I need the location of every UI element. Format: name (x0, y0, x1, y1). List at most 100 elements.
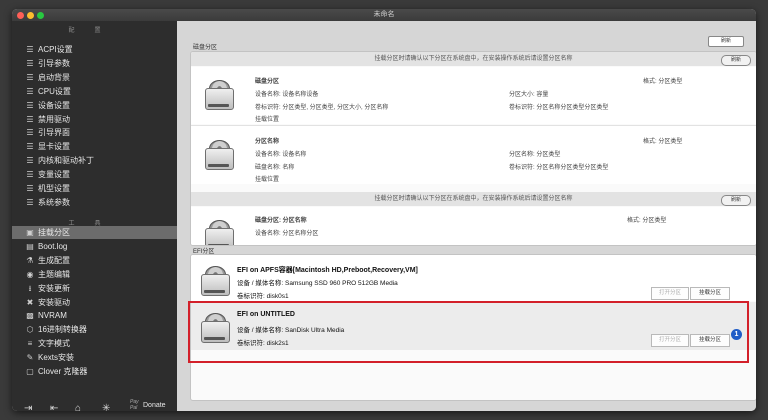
sidebar-item[interactable]: ☰ CPU设置 (12, 85, 177, 98)
partition-panel: 挂载分区时请确认以下分区在系统盘中，在安装操作系统后请设置分区名称 刷新 磁盘分… (190, 51, 756, 246)
partition-row[interactable]: 磁盘分区 格式: 分区类型 设备名称: 设备名称设备 分区大小: 容量 卷标识符… (191, 67, 756, 124)
sidebar-item[interactable]: ☰ 引导界面 (12, 126, 177, 139)
top-group-label: 磁盘分区 (193, 45, 218, 51)
sidebar: 配置 ☰ ACPI设置 ☰ 引导参数 ☰ 启动背景 ☰ CPU设置 ☰ 设备设置 ☰ 禁用驱动 ☰ 引导界… (12, 21, 177, 411)
log-icon: ▤ (26, 241, 34, 251)
sidebar-item-label: ACPI设置 (38, 45, 73, 54)
sidebar-item[interactable]: ◉ 主题编辑 (12, 268, 177, 281)
donate-button[interactable]: Donate (143, 402, 166, 409)
export-icon[interactable]: ⇤ (50, 403, 58, 411)
mid-strip: 挂载分区时请确认以下分区在系统盘中，在安装操作系统后请设置分区名称 (191, 192, 756, 206)
sidebar-item[interactable]: ✎ Kexts安装 (12, 351, 177, 364)
efi-title: EFI on APFS容器[Macintosh HD,Preboot,Recov… (237, 267, 418, 274)
sidebar-item[interactable]: ☰ ACPI设置 (12, 43, 177, 56)
panel-pill-button[interactable]: 刷新 (721, 55, 751, 66)
paypal-pal: Pal (130, 405, 138, 411)
partition-line: 挂载位置 (255, 117, 280, 123)
sidebar-item-label: 启动背景 (38, 72, 70, 82)
partition-line: 挂载位置 (255, 177, 280, 183)
sidebar-item-label: 显卡设置 (38, 142, 70, 152)
sidebar-item[interactable]: ☰ 系统参数 (12, 196, 177, 209)
list-icon: ☰ (26, 170, 34, 180)
list-icon: ☰ (26, 128, 34, 138)
partition-line: 磁盘名称: 名称 (255, 165, 295, 171)
list-icon: ☰ (26, 197, 34, 207)
sidebar-item[interactable]: ✖ 安装驱动 (12, 296, 177, 309)
sidebar-item[interactable]: ⬡ 16进制转换器 (12, 323, 177, 336)
sidebar-item[interactable]: ≡ 文字模式 (12, 337, 177, 350)
sidebar-item[interactable]: ⚗ 生成配置 (12, 254, 177, 267)
partition-name: 磁盘分区 (255, 79, 280, 85)
refresh-button[interactable]: 刷新 (708, 36, 744, 47)
sidebar-item-label: 安装驱动 (38, 297, 70, 307)
sidebar-item[interactable]: ☰ 设备设置 (12, 99, 177, 112)
sidebar-item-label: 安装更新 (38, 283, 70, 293)
tools-icon: ✖ (26, 297, 34, 307)
sidebar-item[interactable]: ☰ 启动背景 (12, 71, 177, 84)
sidebar-item-label: 16进制转换器 (38, 325, 87, 335)
partition-tag: 格式: 分区类型 (643, 79, 683, 85)
kext-icon: ✎ (26, 353, 34, 363)
share-icon[interactable]: ✳ (102, 403, 110, 411)
sidebar-item-label: 机型设置 (38, 184, 70, 193)
partition-tag: 格式: 分区类型 (643, 139, 683, 145)
list-icon: ☰ (26, 100, 34, 110)
sidebar-item[interactable]: ▩ NVRAM (12, 309, 177, 322)
partition-name: 分区名称 (255, 139, 280, 145)
partition-tag: 格式: 分区类型 (627, 218, 667, 224)
sidebar-item[interactable]: ⭳ 安装更新 (12, 282, 177, 295)
sidebar-item-label: 引导界面 (38, 128, 70, 138)
efi-volume: 卷标识符: disk0s1 (237, 293, 289, 300)
sidebar-item-label: 系统参数 (38, 197, 70, 207)
text-icon: ≡ (27, 339, 33, 349)
sidebar-item-label: 文字模式 (38, 339, 70, 349)
clone-icon: ▢ (26, 367, 34, 376)
sidebar-item-label: 生成配置 (38, 255, 70, 265)
sidebar-item[interactable]: ☰ 内核和驱动补丁 (12, 154, 177, 167)
theme-icon: ◉ (26, 269, 34, 279)
sidebar-item[interactable]: ☰ 变量设置 (12, 168, 177, 181)
list-icon: ☰ (26, 142, 34, 152)
partition-name: 磁盘分区: 分区名称 (255, 218, 307, 224)
sidebar-item-label: Kexts安装 (38, 353, 75, 363)
sidebar-item[interactable]: ▢ Clover 克隆器 (12, 365, 177, 378)
sidebar-item[interactable]: ▣ 挂载分区 (12, 226, 177, 239)
app-window: 未命名 配置 ☰ ACPI设置 ☰ 引导参数 ☰ 启动背景 ☰ CPU设置 ☰ 设备设置 ☰ 禁用驱动… (12, 9, 756, 411)
sidebar-item-label: CPU设置 (38, 86, 71, 96)
efi-item[interactable]: EFI on APFS容器[Macintosh HD,Preboot,Recov… (191, 255, 756, 301)
paypal-logo[interactable]: Pay Pal (130, 399, 139, 411)
open-partition-button[interactable]: 打开分区 (651, 287, 689, 300)
import-icon[interactable]: ⇥ (24, 403, 32, 411)
partition-line: 设备名称: 分区名称分区 (255, 231, 319, 237)
partition-line: 卷标识符: 分区类型, 分区类型, 分区大小, 分区名称 (255, 105, 389, 111)
highlight-box (188, 301, 749, 363)
partition-row-partial[interactable]: 磁盘分区: 分区名称 格式: 分区类型 设备名称: 分区名称分区 (191, 207, 756, 245)
sidebar-item[interactable]: ☰ 禁用驱动 (12, 113, 177, 126)
step-badge: 1 (731, 329, 742, 340)
sidebar-item[interactable]: ☰ 引导参数 (12, 57, 177, 70)
list-icon: ☰ (26, 58, 34, 68)
partition-line: 设备名称: 设备名称 (255, 152, 307, 158)
hard-drive-icon (205, 140, 234, 170)
sidebar-item-label: Clover 克隆器 (38, 367, 88, 376)
partition-right: 分区名称: 分区类型 (509, 152, 561, 158)
list-icon: ☰ (26, 45, 34, 54)
partition-row[interactable]: 分区名称 格式: 分区类型 设备名称: 设备名称 分区名称: 分区类型 磁盘名称… (191, 125, 756, 184)
disk-icon: ▣ (26, 228, 34, 237)
list-icon: ☰ (26, 156, 34, 166)
home-icon[interactable]: ⌂ (75, 403, 81, 411)
window-title: 未命名 (373, 11, 395, 18)
section-header-config: 配置 (68, 28, 121, 34)
mid-pill-button[interactable]: 刷新 (721, 195, 751, 206)
sidebar-item[interactable]: ▤ Boot.log (12, 240, 177, 253)
list-icon: ☰ (26, 72, 34, 82)
sidebar-item[interactable]: ☰ 显卡设置 (12, 140, 177, 153)
mount-partition-button[interactable]: 挂载分区 (690, 287, 730, 300)
partition-line: 设备名称: 设备名称设备 (255, 92, 319, 98)
partition-right: 卷标识符: 分区名称分区类型分区类型 (509, 165, 609, 171)
sidebar-item-label: NVRAM (38, 311, 67, 321)
sidebar-item[interactable]: ☰ 机型设置 (12, 182, 177, 195)
sidebar-item-label: 引导参数 (38, 58, 70, 68)
title-bar: 未命名 (12, 9, 756, 21)
hard-drive-icon (205, 80, 234, 110)
